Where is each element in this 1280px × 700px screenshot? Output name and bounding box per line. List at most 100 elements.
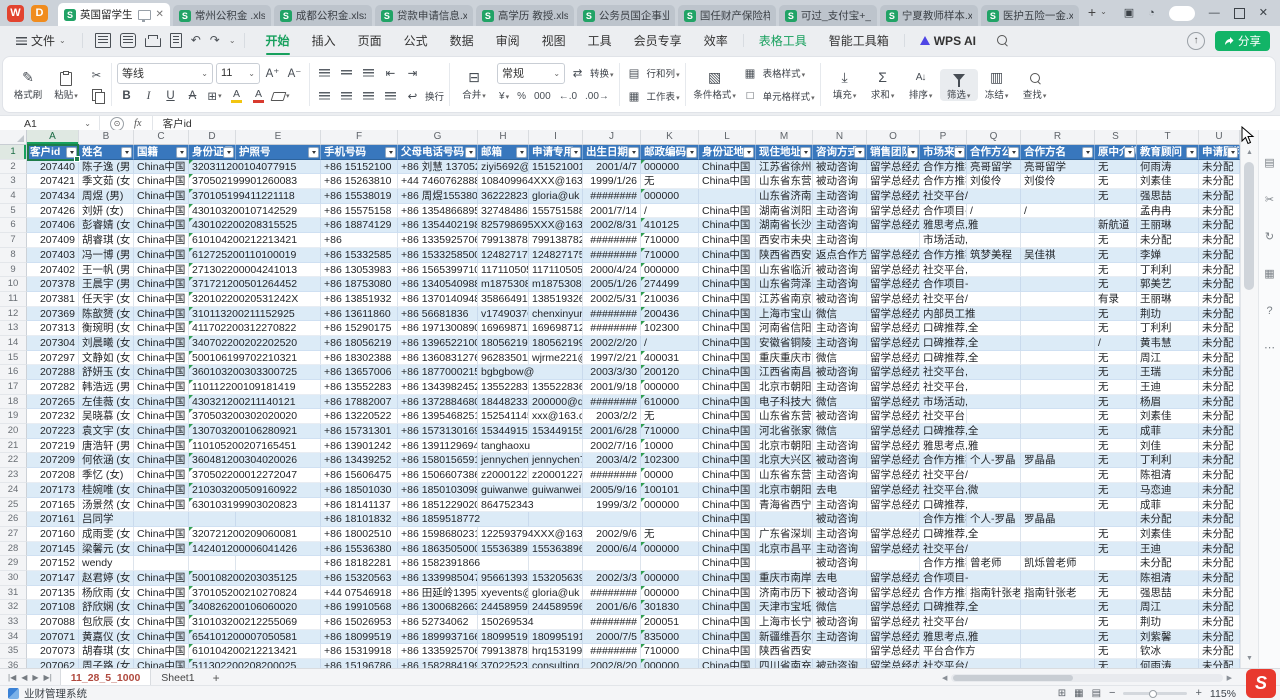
cell-F20[interactable]: +86 15731301: [321, 424, 398, 439]
cell-P6[interactable]: 雅思考点,雅: [920, 218, 1021, 233]
row-number[interactable]: 23: [0, 468, 27, 483]
cell-F27[interactable]: +86 18002510: [321, 527, 398, 542]
cell-D10[interactable]: 371721200501264452: [189, 277, 321, 292]
cell-D17[interactable]: 110112200109181419: [189, 380, 321, 395]
cell-A3[interactable]: 207421: [27, 174, 79, 189]
cell-J14[interactable]: 2002/2/20: [583, 336, 641, 351]
cell-B11[interactable]: 任天宇 (女: [79, 292, 134, 307]
row-number[interactable]: 5: [0, 204, 27, 219]
cell-M26[interactable]: [756, 512, 813, 527]
cell-G11[interactable]: +86 1370140948: [398, 292, 478, 307]
cell-K7[interactable]: 710000: [641, 233, 699, 248]
export-icon[interactable]: [120, 33, 136, 48]
prev-sheet-icon[interactable]: ◀: [21, 673, 27, 682]
filter-dropdown-icon[interactable]: [66, 147, 77, 158]
cell-F23[interactable]: +86 15606475: [321, 468, 398, 483]
cell-R33[interactable]: [1021, 615, 1095, 630]
cell-L4[interactable]: [699, 189, 756, 204]
row-number[interactable]: 33: [0, 615, 27, 630]
cell-U33[interactable]: 未分配: [1199, 615, 1240, 630]
cell-R5[interactable]: /: [1021, 204, 1095, 219]
row-number[interactable]: 12: [0, 307, 27, 322]
cell-A25[interactable]: 207165: [27, 498, 79, 513]
cell-H10[interactable]: m18753080: [478, 277, 529, 292]
cell-T23[interactable]: 陈祖清: [1137, 468, 1199, 483]
cell-T11[interactable]: 王丽琳: [1137, 292, 1199, 307]
cell-U11[interactable]: 未分配: [1199, 292, 1240, 307]
cell-F33[interactable]: +86 15026953: [321, 615, 398, 630]
cell-J28[interactable]: 2000/6/4: [583, 542, 641, 557]
cell-K13[interactable]: 102300: [641, 321, 699, 336]
cell-T4[interactable]: 强思喆: [1137, 189, 1199, 204]
cell-J19[interactable]: 2003/2/2: [583, 409, 641, 424]
cell-S12[interactable]: 无: [1095, 307, 1137, 322]
header-cell-J1[interactable]: 出生日期: [583, 145, 641, 160]
help-icon[interactable]: ?: [1266, 306, 1272, 317]
file-tab[interactable]: S贷款申请信息.xlsx: [375, 5, 473, 26]
column-letter-S[interactable]: S: [1095, 130, 1137, 145]
cell-C4[interactable]: China中国: [134, 189, 189, 204]
cell-U3[interactable]: 未分配: [1199, 174, 1240, 189]
cell-C6[interactable]: China中国: [134, 218, 189, 233]
cell-D15[interactable]: 500106199702210321: [189, 351, 321, 366]
cell-P5[interactable]: 合作项目-: [920, 204, 967, 219]
cell-D3[interactable]: 370502199901260083: [189, 174, 321, 189]
cell-B28[interactable]: 梁馨元 (女: [79, 542, 134, 557]
cell-T34[interactable]: 刘紫馨: [1137, 630, 1199, 645]
cell-A15[interactable]: 207297: [27, 351, 79, 366]
cell-G29[interactable]: +86 1582391866: [398, 556, 529, 571]
align-top-icon[interactable]: [315, 65, 334, 82]
cell-D23[interactable]: 370502200012272047: [189, 468, 321, 483]
cell-O14[interactable]: 留学总经办: [867, 336, 920, 351]
cell-J27[interactable]: 2002/9/6: [583, 527, 641, 542]
cell-J32[interactable]: 2001/6/6: [583, 600, 641, 615]
cell-N2[interactable]: 被动咨询: [813, 160, 867, 175]
cell-A17[interactable]: 207282: [27, 380, 79, 395]
cell-H9[interactable]: 117110505: [478, 263, 529, 278]
cell-J31[interactable]: ########: [583, 586, 641, 601]
cell-R10[interactable]: [1021, 277, 1095, 292]
column-letter-B[interactable]: B: [79, 130, 134, 145]
file-tab[interactable]: S可过_支付宝+_淘: [779, 5, 877, 26]
row-number[interactable]: 31: [0, 586, 27, 601]
cell-F12[interactable]: +86 13611860: [321, 307, 398, 322]
cell-T7[interactable]: 未分配: [1137, 233, 1199, 248]
cell-A28[interactable]: 207145: [27, 542, 79, 557]
cell-M36[interactable]: 四川省南充: [756, 659, 813, 668]
cell-P23[interactable]: 社交平台/: [920, 468, 1021, 483]
conditional-format-button[interactable]: ▧ 条件格式▾: [691, 69, 739, 101]
file-tab[interactable]: S成都公积金.xlsx: [274, 5, 372, 26]
cell-C12[interactable]: China中国: [134, 307, 189, 322]
filter-dropdown-icon[interactable]: [1186, 147, 1197, 158]
cell-P9[interactable]: 社交平台,: [920, 263, 1021, 278]
column-letter-D[interactable]: D: [189, 130, 236, 145]
file-tab[interactable]: S宁夏教师样本.xlsx: [880, 5, 978, 26]
cell-R17[interactable]: [1021, 380, 1095, 395]
filter-dropdown-icon[interactable]: [743, 147, 754, 158]
cell-N32[interactable]: 微信: [813, 600, 867, 615]
cell-T33[interactable]: 荆玏: [1137, 615, 1199, 630]
eraser-button[interactable]: ▾: [271, 88, 291, 105]
cell-S28[interactable]: 无: [1095, 542, 1137, 557]
row-number[interactable]: 27: [0, 527, 27, 542]
cell-N29[interactable]: 被动咨询: [813, 556, 867, 571]
row-number[interactable]: 3: [0, 174, 27, 189]
cell-N33[interactable]: 被动咨询: [813, 615, 867, 630]
cell-J12[interactable]: ########: [583, 307, 641, 322]
header-cell-N1[interactable]: 咨询方式: [813, 145, 867, 160]
filter-dropdown-icon[interactable]: [800, 147, 811, 158]
cell-R20[interactable]: [1021, 424, 1095, 439]
cell-L34[interactable]: China中国: [699, 630, 756, 645]
cell-J21[interactable]: 2002/7/16: [583, 439, 641, 454]
cell-G21[interactable]: +86 1391129694: [398, 439, 478, 454]
cell-M17[interactable]: 北京市朝阳: [756, 380, 813, 395]
cell-C31[interactable]: China中国: [134, 586, 189, 601]
filter-dropdown-icon[interactable]: [907, 147, 918, 158]
row-number[interactable]: 18: [0, 395, 27, 410]
cut-icon[interactable]: ✂: [87, 66, 106, 83]
cell-U35[interactable]: 未分配: [1199, 644, 1240, 659]
cell-L5[interactable]: China中国: [699, 204, 756, 219]
cell-M5[interactable]: 湖南省浏阳: [756, 204, 813, 219]
row-number[interactable]: 24: [0, 483, 27, 498]
cell-Q5[interactable]: /: [967, 204, 1021, 219]
